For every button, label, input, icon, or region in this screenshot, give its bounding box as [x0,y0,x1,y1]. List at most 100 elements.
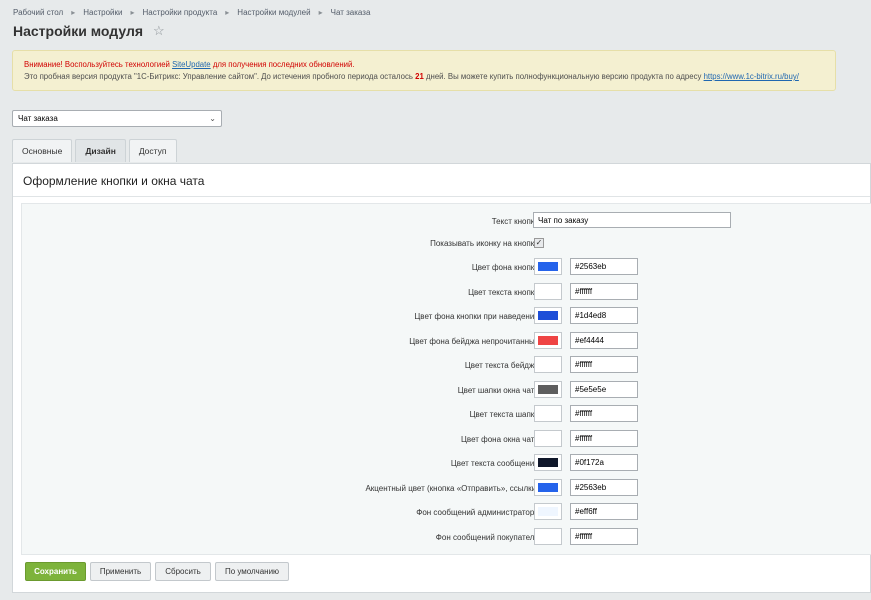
module-select-value: Чат заказа [18,114,58,123]
buy-link[interactable]: https://www.1c-bitrix.ru/buy/ [704,72,799,81]
color-field-row: Цвет текста бейджа: [22,356,871,374]
default-button[interactable]: По умолчанию [215,562,289,581]
color-hex-input[interactable] [570,380,638,398]
color-swatch[interactable] [534,258,562,275]
color-swatch[interactable] [534,527,562,545]
breadcrumb-item-current: Чат заказа [330,7,371,17]
color-swatch[interactable] [534,307,562,324]
color-hex-input[interactable] [570,307,638,324]
trial-days-count: 21 [415,72,424,81]
color-field-row: Акцентный цвет (кнопка «Отправить», ссыл… [22,478,871,497]
notice-line-1: Внимание! Воспользуйтесь технологией Sit… [24,59,824,71]
color-hex-input[interactable] [570,331,638,349]
color-field-row: Цвет фона бейджа непрочитанных: [22,331,871,350]
tabs: Основные Дизайн Доступ [12,139,180,162]
notice-trial-text: Это пробная версия продукта "1С-Битрикс:… [24,72,413,81]
notice-line-2: Это пробная версия продукта "1С-Битрикс:… [24,71,824,83]
breadcrumb-item[interactable]: Настройки [83,8,122,17]
module-select[interactable]: Чат заказа ⌄ [12,110,222,127]
color-hex-input[interactable] [570,405,638,422]
color-swatch[interactable] [534,356,562,373]
field-label: Цвет текста кнопки: [468,287,541,297]
breadcrumb-item[interactable]: Настройки продукта [142,8,217,17]
color-field-row: Цвет фона кнопки при наведении: [22,307,871,325]
show-icon-checkbox[interactable]: ✓ [534,238,544,248]
notice-warning-text: Внимание! Воспользуйтесь технологией [24,60,170,69]
color-swatch-fill [538,433,558,443]
color-hex-input[interactable] [570,503,638,520]
color-swatch-fill [538,384,558,394]
color-field-row: Фон сообщений покупателя: [22,527,871,546]
field-label: Цвет текста бейджа: [464,361,541,370]
color-swatch[interactable] [534,454,562,471]
apply-button[interactable]: Применить [90,562,151,581]
field-label: Фон сообщений администратора: [416,508,541,517]
tab-main[interactable]: Основные [12,139,73,162]
color-swatch-fill [538,531,558,541]
color-field-row: Цвет шапки окна чата: [22,380,871,399]
button-text-input[interactable] [533,212,731,228]
breadcrumb-item[interactable]: Рабочий стол [13,8,63,17]
color-swatch-fill [538,286,558,296]
color-hex-input[interactable] [570,527,638,545]
color-hex-input[interactable] [570,429,638,447]
field-label: Фон сообщений покупателя: [435,532,541,542]
field-label: Акцентный цвет (кнопка «Отправить», ссыл… [365,483,541,493]
tab-access[interactable]: Доступ [128,139,177,162]
notice-warning-suffix: для получения последних обновлений. [212,60,355,69]
color-swatch[interactable] [534,380,562,398]
color-swatch-fill [538,335,558,345]
reset-button[interactable]: Сбросить [155,562,211,581]
field-row-button-text: Текст кнопки: [22,212,871,230]
field-label: Показывать иконку на кнопке: [430,239,541,248]
color-swatch[interactable] [534,331,562,349]
star-icon[interactable]: ☆ [153,23,165,39]
color-swatch-fill [538,311,558,320]
breadcrumb-item[interactable]: Настройки модулей [237,8,310,17]
siteupdate-link[interactable]: SiteUpdate [172,60,211,69]
color-field-row: Цвет текста шапки: [22,405,871,423]
color-swatch[interactable] [534,405,562,422]
color-hex-input[interactable] [570,282,638,300]
color-swatch-fill [538,507,558,516]
color-swatch[interactable] [534,478,562,496]
field-label: Цвет фона окна чата: [461,434,541,444]
color-hex-input[interactable] [570,356,638,373]
color-field-row: Цвет текста кнопки: [22,282,871,301]
color-swatch[interactable] [534,429,562,447]
save-button[interactable]: Сохранить [25,562,86,581]
color-hex-input[interactable] [570,454,638,471]
color-swatch[interactable] [534,282,562,300]
color-field-row: Цвет фона кнопки: [22,258,871,276]
chevron-down-icon: ⌄ [209,114,216,123]
color-field-row: Цвет фона окна чата: [22,429,871,448]
color-swatch-fill [538,482,558,492]
color-swatch-fill [538,409,558,418]
field-label: Цвет текста сообщений: [450,459,541,468]
breadcrumb-separator-icon: ▸ [225,7,230,17]
field-label: Цвет шапки окна чата: [457,385,541,395]
button-bar: Сохранить Применить Сбросить По умолчани… [13,562,870,582]
field-row-show-icon: Показывать иконку на кнопке: ✓ [22,235,871,252]
notice-trial-middle: дней. Вы можете купить полнофункциональн… [425,72,702,81]
color-hex-input[interactable] [570,258,638,275]
trial-notice: Внимание! Воспользуйтесь технологией Sit… [12,50,836,91]
color-field-row: Цвет текста сообщений: [22,454,871,472]
field-label: Цвет фона бейджа непрочитанных: [409,336,541,346]
breadcrumb-separator-icon: ▸ [71,7,76,17]
page-title-text: Настройки модуля [13,23,144,39]
settings-form: Текст кнопки: Показывать иконку на кнопк… [21,203,871,555]
color-swatch[interactable] [534,503,562,520]
page-title: Настройки модуля ☆ [13,23,165,39]
tab-design[interactable]: Дизайн [75,139,126,162]
breadcrumb-separator-icon: ▸ [318,7,323,17]
field-label: Цвет фона кнопки: [471,263,541,272]
color-hex-input[interactable] [570,478,638,496]
section-divider [13,196,870,197]
settings-panel: Оформление кнопки и окна чата Текст кноп… [12,163,871,593]
color-swatch-fill [538,458,558,467]
field-label: Цвет фона кнопки при наведении: [414,312,541,321]
section-title: Оформление кнопки и окна чата [23,174,205,188]
field-label: Цвет текста шапки: [469,410,541,419]
breadcrumb-separator-icon: ▸ [130,7,135,17]
